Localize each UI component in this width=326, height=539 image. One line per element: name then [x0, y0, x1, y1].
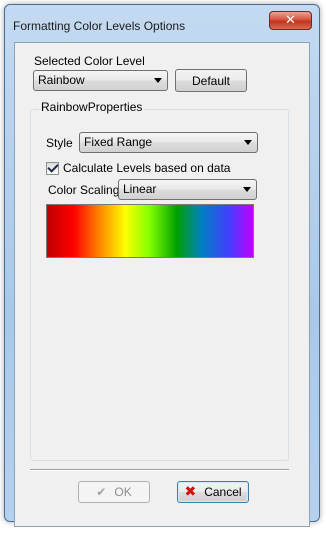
cancel-button-label: Cancel [204, 485, 242, 499]
checkmark-icon [46, 161, 59, 173]
calculate-levels-option[interactable]: Calculate Levels based on data [46, 161, 230, 175]
selected-color-level-label: Selected Color Level [34, 54, 145, 68]
color-scaling-select-value: Linear [123, 182, 157, 196]
red-x-icon: ✖ [184, 484, 197, 500]
rainbow-properties-title: RainbowProperties [39, 100, 145, 114]
style-select[interactable]: Fixed Range [79, 132, 258, 153]
ok-button-label: OK [114, 485, 132, 499]
chevron-down-icon [243, 187, 251, 192]
color-scaling-select[interactable]: Linear [118, 179, 257, 200]
cancel-button[interactable]: ✖ Cancel [177, 481, 249, 503]
chevron-down-icon [244, 140, 252, 145]
footer-divider [30, 469, 289, 471]
checkmark-icon: ✔ [96, 485, 107, 499]
chevron-down-icon [154, 78, 162, 83]
ok-button[interactable]: ✔ OK [78, 481, 150, 503]
style-label: Style [46, 136, 73, 150]
style-select-value: Fixed Range [84, 135, 153, 149]
color-level-select[interactable]: Rainbow [33, 70, 168, 91]
default-button-label: Default [191, 73, 231, 88]
close-icon: ✕ [285, 13, 296, 28]
calculate-levels-label: Calculate Levels based on data [63, 161, 231, 175]
color-scaling-label: Color Scaling [48, 183, 120, 197]
close-button[interactable]: ✕ [269, 11, 312, 30]
color-level-select-value: Rainbow [38, 73, 85, 87]
default-button[interactable]: Default [175, 69, 247, 92]
rainbow-gradient-preview [46, 204, 254, 258]
window-title: Formatting Color Levels Options [13, 19, 186, 33]
title-bar[interactable]: Formatting Color Levels Options ✕ [5, 5, 319, 33]
calculate-levels-checkbox[interactable] [46, 161, 59, 175]
